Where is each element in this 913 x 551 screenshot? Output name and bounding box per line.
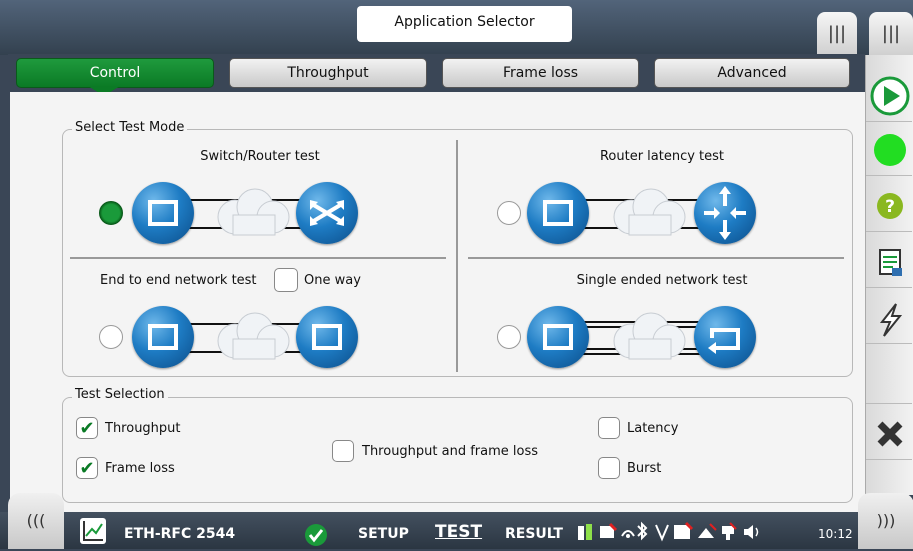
- remote-icon: [698, 523, 717, 538]
- divider-left: [70, 257, 446, 259]
- setup-link[interactable]: SETUP: [358, 526, 409, 542]
- tester-device-icon: [527, 182, 589, 244]
- power-icon: [578, 524, 592, 540]
- right-nav-icon: ))): [876, 511, 896, 530]
- app-title: Application Selector: [357, 6, 572, 42]
- sidebar-empty-slot: [866, 348, 912, 404]
- network-cloud-icon: [609, 311, 689, 363]
- status-led: [866, 124, 912, 176]
- throughput-frame-loss-checkbox[interactable]: [332, 440, 354, 462]
- inject-error-button[interactable]: [866, 292, 912, 344]
- network-cloud-icon: [609, 187, 689, 239]
- report-button[interactable]: [866, 236, 912, 288]
- end-to-end-radio[interactable]: [99, 325, 123, 349]
- report-icon: [879, 249, 902, 276]
- vertical-divider: [456, 140, 458, 372]
- clock: 10:12: [818, 527, 853, 541]
- throughput-label: Throughput: [105, 421, 181, 436]
- burst-label: Burst: [627, 461, 662, 476]
- test-link[interactable]: TEST: [435, 522, 482, 542]
- terminal-icon: [674, 521, 694, 539]
- svg-text:?: ?: [885, 197, 895, 217]
- single-ended-title: Single ended network test: [576, 273, 748, 288]
- speaker-icon: [744, 525, 759, 539]
- left-nav-icon: (((: [26, 511, 46, 530]
- loopback-icon: [694, 306, 756, 368]
- switch-router-radio[interactable]: [99, 201, 123, 225]
- frame-loss-checkbox[interactable]: ✔: [76, 457, 98, 479]
- one-way-checkbox[interactable]: [274, 268, 298, 292]
- throughput-frame-loss-label: Throughput and frame loss: [362, 444, 539, 459]
- bluetooth-icon: [637, 521, 648, 541]
- menu-button-1[interactable]: |||: [817, 12, 857, 56]
- tab-advanced[interactable]: Advanced: [654, 58, 850, 88]
- menu-button-2[interactable]: |||: [869, 12, 913, 56]
- router-latency-radio[interactable]: [497, 201, 521, 225]
- status-icons: [576, 520, 801, 544]
- tab-frame-loss[interactable]: Frame loss: [442, 58, 639, 88]
- network-cloud-icon: [213, 311, 293, 363]
- app-name: ETH-RFC 2544: [124, 526, 236, 542]
- menu-icon: |||: [881, 23, 901, 44]
- latency-label: Latency: [627, 421, 679, 436]
- v-icon: [655, 524, 669, 542]
- end-to-end-title: End to end network test: [100, 273, 257, 288]
- result-link[interactable]: RESULT: [505, 526, 563, 542]
- tester-device-icon: [132, 182, 194, 244]
- test-selection-legend: Test Selection: [72, 387, 168, 402]
- latency-checkbox[interactable]: [598, 417, 620, 439]
- help-icon: ?: [877, 193, 903, 219]
- start-test-button[interactable]: [866, 70, 912, 122]
- network-cloud-icon: [213, 187, 293, 239]
- single-ended-radio[interactable]: [497, 325, 521, 349]
- right-nav-button[interactable]: ))): [858, 493, 913, 549]
- status-led-icon: [874, 134, 906, 166]
- connection-icon: [600, 522, 618, 538]
- tester-device-icon: [132, 306, 194, 368]
- tester-device-icon: [527, 306, 589, 368]
- close-icon: [877, 421, 903, 447]
- switch-icon: [296, 182, 358, 244]
- left-nav-button[interactable]: (((: [8, 493, 64, 549]
- frame-loss-label: Frame loss: [105, 461, 175, 476]
- throughput-checkbox[interactable]: ✔: [76, 417, 98, 439]
- help-button[interactable]: ?: [866, 180, 912, 232]
- lightning-icon: [879, 303, 903, 337]
- play-icon: [870, 76, 910, 116]
- wifi-icon: [621, 530, 635, 538]
- test-mode-legend: Select Test Mode: [72, 120, 188, 135]
- router-latency-title: Router latency test: [599, 149, 725, 164]
- tester-device-icon: [296, 306, 358, 368]
- test-ok-icon: [304, 523, 328, 551]
- network-icon: [722, 522, 737, 540]
- one-way-label: One way: [304, 273, 361, 288]
- burst-checkbox[interactable]: [598, 457, 620, 479]
- router-icon: [694, 182, 756, 244]
- menu-icon: |||: [827, 23, 847, 44]
- close-button[interactable]: [866, 408, 912, 460]
- tab-throughput[interactable]: Throughput: [229, 58, 427, 88]
- tab-control[interactable]: Control: [16, 58, 214, 88]
- switch-router-title: Switch/Router test: [200, 149, 320, 164]
- app-chart-icon: [80, 518, 106, 544]
- divider-right: [468, 257, 844, 259]
